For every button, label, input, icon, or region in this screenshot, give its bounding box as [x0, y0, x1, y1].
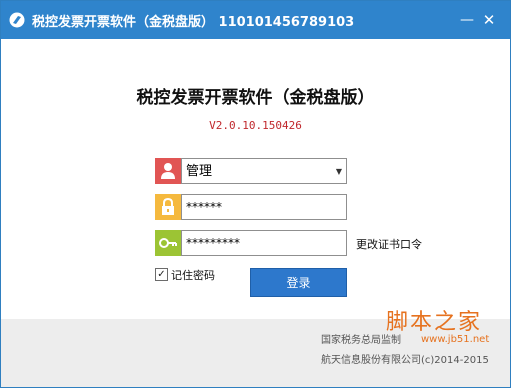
key-icon [155, 230, 181, 256]
cert-password-input[interactable]: ********* [181, 230, 347, 256]
password-row: ****** [155, 194, 347, 220]
app-logo-icon [9, 12, 25, 28]
title-bar[interactable]: 税控发票开票软件（金税盘版） 110101456789103 — ✕ [1, 1, 510, 39]
minimize-button[interactable]: — [457, 10, 477, 30]
close-button[interactable]: ✕ [479, 10, 499, 30]
version-text: V2.0.10.150426 [209, 119, 302, 132]
password-input[interactable]: ****** [181, 194, 347, 220]
window-title: 税控发票开票软件（金税盘版） 110101456789103 [32, 15, 355, 30]
user-select[interactable]: 管理 ▼ [181, 158, 347, 184]
chevron-down-icon[interactable]: ▼ [336, 159, 342, 185]
user-select-value: 管理 [186, 164, 213, 179]
lock-icon [155, 194, 181, 220]
watermark-logo: 脚本之家 [386, 310, 483, 335]
change-cert-password-link[interactable]: 更改证书口令 [356, 236, 422, 252]
app-title: 税控发票开票软件（金税盘版） [136, 88, 375, 108]
copyright-text: 航天信息股份有限公司(c)2014-2015 [321, 355, 489, 366]
watermark-url: www.jb51.net [421, 334, 490, 345]
cert-password-row: ********* [155, 230, 347, 256]
remember-checkbox[interactable]: ✓ [155, 268, 168, 281]
remember-label: 记住密码 [171, 269, 215, 282]
login-button[interactable]: 登录 [250, 268, 347, 297]
user-icon [155, 158, 181, 184]
user-row: 管理 ▼ [155, 158, 347, 184]
login-window: 税控发票开票软件（金税盘版） 110101456789103 — ✕ 税控发票开… [0, 0, 511, 388]
